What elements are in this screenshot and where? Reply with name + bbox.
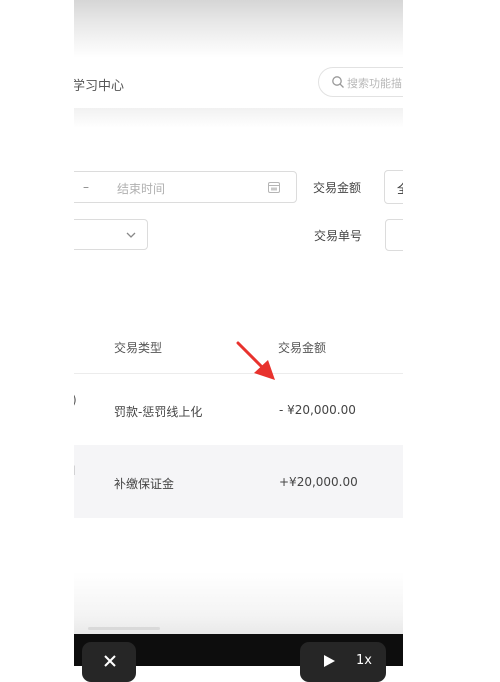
close-button[interactable] [82, 642, 136, 682]
row-amount: - ¥20,000.00 [279, 403, 356, 417]
header-shadow [74, 108, 403, 128]
order-number-label: 交易单号 [314, 229, 363, 243]
search-icon [332, 76, 344, 88]
amount-label: 交易金额 [313, 181, 362, 195]
horizontal-scrollbar[interactable] [88, 627, 160, 630]
column-header-amount: 交易金额 [278, 341, 327, 355]
row-type: 罚款-惩罚线上化 [114, 405, 203, 419]
column-header-type: 交易类型 [114, 341, 163, 355]
row-cut-text: ) [74, 393, 77, 407]
annotation-arrow-icon [236, 341, 275, 380]
calendar-icon[interactable] [267, 180, 281, 194]
date-range-input[interactable]: – 结束时间 [74, 171, 297, 203]
video-player-bar: 1x [74, 634, 403, 682]
nav-learning-center[interactable]: 学习中心 [74, 75, 124, 94]
type-select[interactable] [74, 219, 148, 250]
search-input[interactable]: 搜索功能描 [318, 67, 403, 97]
chevron-down-icon [126, 232, 136, 238]
top-blur-area [74, 0, 403, 58]
row-type: 补缴保证金 [114, 477, 175, 491]
amount-select[interactable]: 全 [384, 170, 403, 204]
row-cut-text: l [74, 464, 75, 478]
date-separator: – [83, 180, 89, 194]
left-margin [0, 0, 74, 634]
search-placeholder: 搜索功能描 [347, 77, 402, 90]
end-time-placeholder: 结束时间 [117, 182, 166, 196]
play-speed-button[interactable]: 1x [300, 642, 386, 682]
screen-content: 学习中心 搜索功能描 – 结束时间 交易金额 全 交易单号 交易类型 交易金额 … [74, 0, 403, 634]
order-number-input[interactable] [385, 219, 403, 251]
amount-select-value: 全 [397, 180, 403, 197]
row-amount: +¥20,000.00 [279, 475, 358, 489]
right-margin [403, 0, 500, 634]
bottom-fade [74, 572, 403, 634]
